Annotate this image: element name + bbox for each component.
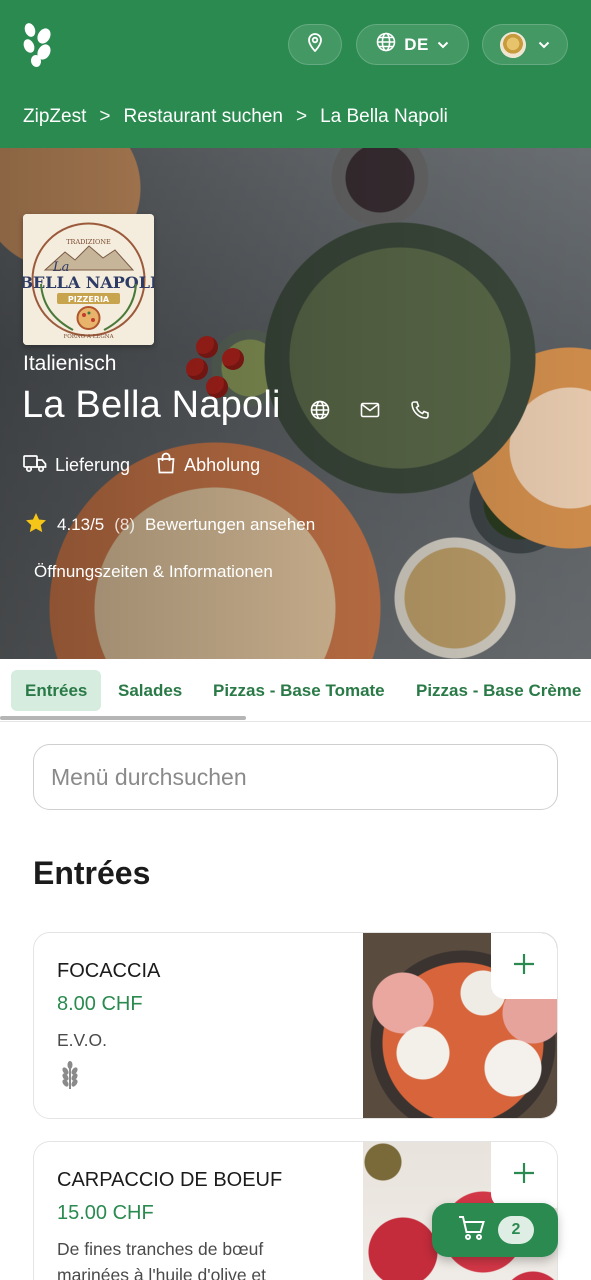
cart-button[interactable]: 2: [432, 1203, 558, 1257]
language-code: DE: [404, 34, 429, 54]
category-tabs: Entrées Salades Pizzas - Base Tomate Piz…: [0, 659, 591, 722]
section-title: Entrées: [33, 855, 151, 891]
rating-score: 4.13/5: [57, 515, 105, 534]
rating-count: (8): [114, 515, 136, 534]
zipzest-logo-icon[interactable]: [20, 22, 56, 68]
language-selector[interactable]: DE: [356, 24, 469, 65]
user-menu-button[interactable]: [482, 24, 568, 65]
cuisine-label: Italienisch: [23, 352, 117, 375]
menu-item-price: 15.00 CHF: [57, 1202, 154, 1224]
chevron-down-icon: [437, 36, 449, 54]
logo-tagline: TRADIZIONE: [66, 238, 111, 246]
breadcrumb-search-link[interactable]: Restaurant suchen: [123, 106, 283, 128]
restaurant-name: La Bella Napoli: [22, 384, 281, 426]
logo-subtitle: PIZZERIA: [68, 295, 110, 304]
cart-icon: [458, 1215, 486, 1246]
email-icon[interactable]: [358, 398, 382, 422]
tab-pizzas-base-creme[interactable]: Pizzas - Base Crème: [402, 670, 591, 711]
opening-hours-link[interactable]: Öffnungszeiten & Informationen: [34, 562, 273, 582]
rating-summary: 4.13/5 (8) Bewertungen ansehen: [25, 512, 315, 538]
logo-wordmark: BELLA NAPOLI: [23, 273, 154, 292]
delivery-mode: Lieferung: [23, 452, 130, 479]
pickup-label: Abholung: [184, 455, 261, 475]
view-reviews-link[interactable]: Bewertungen ansehen: [145, 515, 315, 535]
plus-icon: [512, 952, 536, 981]
menu-item-name: FOCACCIA: [57, 960, 161, 982]
menu-item-description: E.V.O.: [57, 1030, 107, 1050]
breadcrumb-current: La Bella Napoli: [320, 106, 448, 127]
tab-salades[interactable]: Salades: [104, 670, 196, 711]
avatar: [500, 31, 526, 58]
contact-links: [308, 398, 432, 422]
restaurant-hero-image: TRADIZIONE La BELLA NAPOLI PIZZERIA FORN…: [0, 148, 591, 659]
delivery-label: Lieferung: [55, 455, 131, 475]
menu-search-input[interactable]: Menü durchsuchen: [33, 744, 558, 810]
menu-item-card[interactable]: FOCACCIA 8.00 CHF E.V.O.: [33, 932, 558, 1119]
website-globe-icon[interactable]: [308, 398, 332, 422]
add-to-cart-button[interactable]: [491, 933, 557, 999]
add-to-cart-button[interactable]: [491, 1142, 557, 1208]
cart-count-badge: 2: [498, 1216, 534, 1244]
shopping-bag-icon: [156, 452, 176, 479]
logo-footer: FORNO A LEGNA: [63, 334, 114, 340]
menu-item-price: 8.00 CHF: [57, 993, 143, 1015]
location-button[interactable]: [288, 24, 342, 65]
tab-entrees[interactable]: Entrées: [11, 670, 102, 711]
tab-pizzas-base-tomate[interactable]: Pizzas - Base Tomate: [199, 670, 399, 711]
breadcrumb-home-link[interactable]: ZipZest: [23, 106, 86, 128]
breadcrumb: ZipZest > Restaurant suchen > La Bella N…: [23, 106, 448, 128]
star-icon: [25, 512, 47, 538]
menu-item-description: De fines tranches de bœuf marinées à l'h…: [57, 1239, 267, 1280]
menu-item-name: CARPACCIO DE BOEUF: [57, 1169, 283, 1191]
phone-icon[interactable]: [408, 398, 432, 422]
plus-icon: [512, 1161, 536, 1190]
chevron-down-icon: [538, 36, 550, 54]
restaurant-logo: TRADIZIONE La BELLA NAPOLI PIZZERIA FORN…: [23, 214, 154, 345]
service-modes: Lieferung Abholung: [23, 452, 260, 479]
delivery-truck-icon: [23, 453, 47, 478]
top-bar: DE ZipZest > Restaurant suchen > La Bell…: [0, 0, 591, 148]
globe-icon: [376, 32, 396, 57]
breadcrumb-separator: >: [295, 106, 308, 127]
location-pin-icon: [306, 32, 324, 57]
tabs-scrollbar[interactable]: [0, 716, 246, 720]
pickup-mode: Abholung: [156, 452, 260, 479]
wheat-gluten-icon: [60, 1061, 80, 1094]
breadcrumb-separator: >: [99, 106, 111, 127]
